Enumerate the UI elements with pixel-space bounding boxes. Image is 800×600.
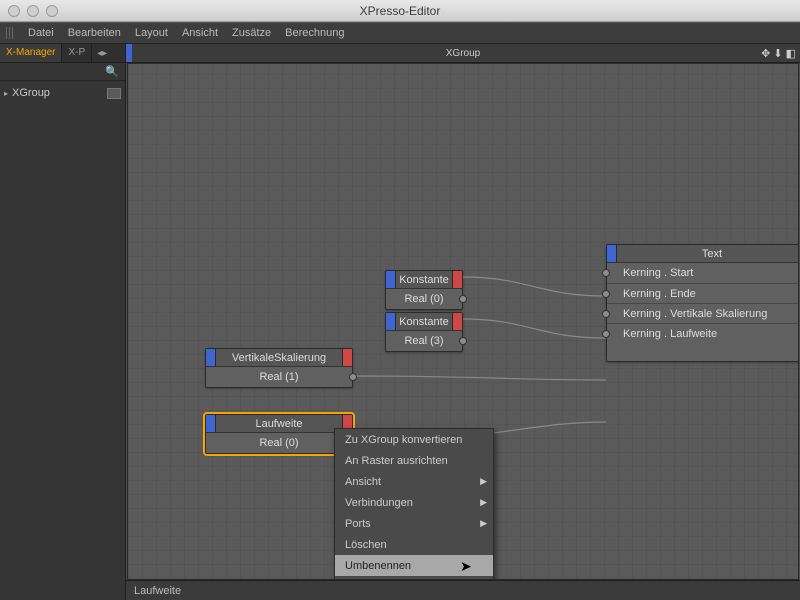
statusbar: Laufweite bbox=[126, 580, 800, 600]
sidebar: X-Manager X-P ◂▸ 🔍 ▸ XGroup bbox=[0, 44, 126, 600]
tab-x-pool[interactable]: X-P bbox=[62, 44, 92, 62]
status-text: Laufweite bbox=[134, 585, 181, 597]
port-out[interactable] bbox=[459, 295, 467, 303]
port-in[interactable] bbox=[602, 269, 610, 277]
port-out[interactable] bbox=[459, 337, 467, 345]
node-value: Real (1) bbox=[206, 371, 352, 383]
menu-zusaetze[interactable]: Zusätze bbox=[232, 27, 271, 39]
port-in[interactable] bbox=[602, 290, 610, 298]
menubar: Datei Bearbeiten Layout Ansicht Zusätze … bbox=[0, 22, 800, 44]
ctx-convert-xgroup[interactable]: Zu XGroup konvertieren bbox=[335, 429, 493, 450]
close-panel-icon[interactable]: ◧ bbox=[786, 47, 796, 60]
collapse-icon[interactable]: ⬇ bbox=[773, 47, 782, 60]
ctx-rename[interactable]: Umbenennen bbox=[335, 555, 493, 576]
ctx-connections[interactable]: Verbindungen▶ bbox=[335, 492, 493, 513]
window-title: XPresso-Editor bbox=[0, 4, 800, 18]
node-title: Laufweite bbox=[206, 418, 352, 430]
ctx-view[interactable]: Ansicht▶ bbox=[335, 471, 493, 492]
tree-item-label: XGroup bbox=[12, 87, 50, 99]
node-konstante-0[interactable]: Konstante Real (0) bbox=[385, 270, 463, 310]
window-titlebar: XPresso-Editor bbox=[0, 0, 800, 22]
tree-item-badge-icon bbox=[107, 88, 121, 99]
port-label: Kerning . Vertikale Skalierung bbox=[607, 308, 799, 320]
port-out[interactable] bbox=[349, 373, 357, 381]
tab-x-manager[interactable]: X-Manager bbox=[0, 44, 62, 62]
search-icon[interactable]: 🔍 bbox=[105, 65, 119, 78]
canvas-header: XGroup ✥ ⬇ ◧ bbox=[126, 44, 800, 63]
node-value: Real (0) bbox=[206, 437, 352, 449]
menu-berechnung[interactable]: Berechnung bbox=[285, 27, 344, 39]
port-in[interactable] bbox=[602, 330, 610, 338]
node-value: Real (0) bbox=[386, 293, 462, 305]
port-label: Kerning . Laufweite bbox=[607, 328, 799, 340]
port-label: Kerning . Ende bbox=[607, 288, 799, 300]
menu-layout[interactable]: Layout bbox=[135, 27, 168, 39]
ctx-ports[interactable]: Ports▶ bbox=[335, 513, 493, 534]
canvas-title: XGroup bbox=[126, 48, 800, 59]
node-title: Konstante bbox=[386, 316, 462, 328]
node-title: Konstante bbox=[386, 274, 462, 286]
tree-item-xgroup[interactable]: ▸ XGroup bbox=[4, 87, 121, 99]
disclosure-icon[interactable]: ▸ bbox=[4, 89, 8, 98]
node-vertikale-skalierung[interactable]: VertikaleSkalierung Real (1) bbox=[205, 348, 353, 388]
expand-icon[interactable]: ✥ bbox=[761, 47, 770, 60]
ctx-align-grid[interactable]: An Raster ausrichten bbox=[335, 450, 493, 471]
node-text[interactable]: Text Kerning . Start Kerning . Ende Kern… bbox=[606, 244, 799, 362]
menu-ansicht[interactable]: Ansicht bbox=[182, 27, 218, 39]
node-title: VertikaleSkalierung bbox=[206, 352, 352, 364]
context-menu: Zu XGroup konvertieren An Raster ausrich… bbox=[334, 428, 494, 580]
chevron-right-icon: ▶ bbox=[480, 497, 487, 508]
node-title: Text bbox=[607, 248, 799, 260]
chevron-right-icon: ▶ bbox=[480, 476, 487, 487]
port-label: Kerning . Start bbox=[607, 267, 799, 279]
node-laufweite[interactable]: Laufweite Real (0) bbox=[205, 414, 353, 454]
node-canvas[interactable]: Text Kerning . Start Kerning . Ende Kern… bbox=[127, 63, 799, 580]
node-konstante-3[interactable]: Konstante Real (3) bbox=[385, 312, 463, 352]
menu-bearbeiten[interactable]: Bearbeiten bbox=[68, 27, 121, 39]
menu-datei[interactable]: Datei bbox=[28, 27, 54, 39]
ctx-delete[interactable]: Löschen bbox=[335, 534, 493, 555]
port-in[interactable] bbox=[602, 310, 610, 318]
grip-icon[interactable] bbox=[6, 27, 14, 39]
chevron-right-icon: ▶ bbox=[480, 518, 487, 529]
node-value: Real (3) bbox=[386, 335, 462, 347]
tab-scroll-icon[interactable]: ◂▸ bbox=[92, 44, 112, 62]
